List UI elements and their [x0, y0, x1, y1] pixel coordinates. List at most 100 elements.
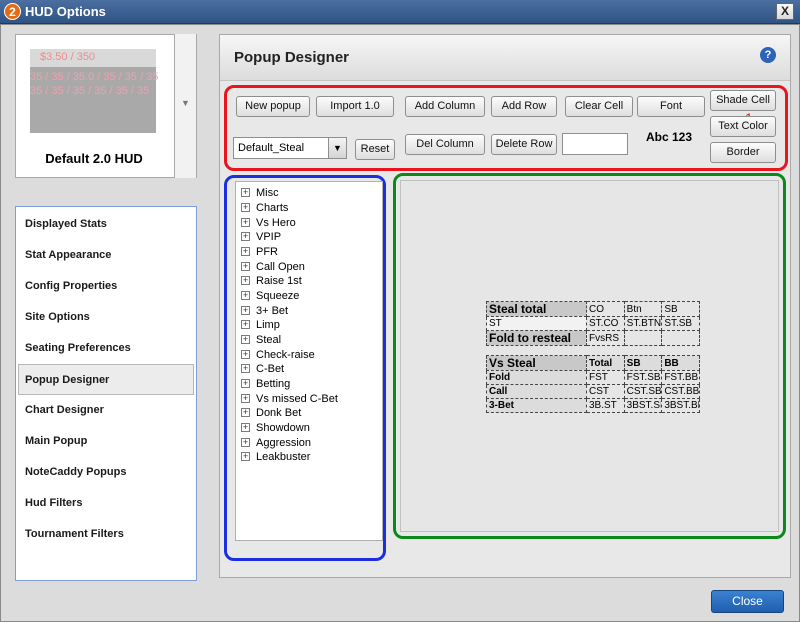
table-cell[interactable]: Steal total: [486, 301, 587, 317]
table-cell[interactable]: SB: [661, 301, 700, 317]
tree-item[interactable]: + Misc: [236, 187, 279, 201]
tree-item[interactable]: + Showdown: [236, 422, 310, 436]
add-row-button[interactable]: Add Row: [491, 96, 557, 117]
tree-item[interactable]: + Squeeze: [236, 290, 299, 304]
expand-icon[interactable]: +: [241, 276, 250, 285]
font-button[interactable]: Font: [637, 96, 705, 117]
table-cell[interactable]: CO: [586, 301, 625, 317]
tree-item[interactable]: + Vs missed C-Bet: [236, 393, 338, 407]
add-column-button[interactable]: Add Column: [405, 96, 485, 117]
table-cell[interactable]: 3-Bet: [486, 398, 587, 413]
nav-item-popup-designer[interactable]: Popup Designer: [18, 364, 194, 395]
tree-item[interactable]: + Raise 1st: [236, 275, 302, 289]
tree-item[interactable]: + Vs Hero: [236, 217, 296, 231]
reset-button[interactable]: Reset: [355, 139, 395, 160]
expand-icon[interactable]: +: [241, 350, 250, 359]
table-cell[interactable]: SB: [623, 355, 663, 371]
del-column-button[interactable]: Del Column: [405, 134, 485, 155]
expand-icon[interactable]: +: [241, 306, 250, 315]
expand-icon[interactable]: +: [241, 291, 250, 300]
table-cell[interactable]: FST.SB: [623, 370, 663, 385]
tree-item[interactable]: + PFR: [236, 246, 278, 260]
table-cell[interactable]: ST.SB: [661, 316, 700, 331]
nav-item-tournament-filters[interactable]: Tournament Filters: [16, 519, 196, 550]
nav-item-site-options[interactable]: Site Options: [16, 302, 196, 333]
popup-table[interactable]: Steal total CO Btn SB ST ST.CO ST.BTN ST…: [486, 301, 700, 413]
expand-icon[interactable]: +: [241, 438, 250, 447]
table-cell[interactable]: [586, 345, 625, 356]
tree-item[interactable]: + Aggression: [236, 437, 311, 451]
expand-icon[interactable]: +: [241, 423, 250, 432]
tree-item[interactable]: + Call Open: [236, 261, 305, 275]
clear-cell-button[interactable]: Clear Cell: [565, 96, 633, 117]
table-cell[interactable]: 3BST.SB: [623, 398, 663, 413]
table-cell[interactable]: [624, 345, 662, 356]
nav-item-stat-appearance[interactable]: Stat Appearance: [16, 240, 196, 271]
table-cell[interactable]: ST: [486, 316, 587, 331]
table-cell[interactable]: Call: [486, 384, 587, 399]
close-button[interactable]: Close: [711, 590, 784, 613]
import-button[interactable]: Import 1.0: [316, 96, 394, 117]
hud-dropdown-toggle[interactable]: ▼: [174, 34, 196, 178]
table-cell[interactable]: CST.SB: [623, 384, 663, 399]
chevron-down-icon[interactable]: ▼: [328, 138, 346, 158]
text-color-button[interactable]: Text Color: [710, 116, 776, 137]
table-cell[interactable]: [661, 345, 700, 356]
new-popup-button[interactable]: New popup: [236, 96, 310, 117]
border-button[interactable]: Border: [710, 142, 776, 163]
tree-item[interactable]: + Leakbuster: [236, 451, 310, 465]
expand-icon[interactable]: +: [241, 408, 250, 417]
table-cell[interactable]: BB: [661, 355, 700, 371]
tree-item[interactable]: + VPIP: [236, 231, 281, 245]
table-cell[interactable]: FST.BB: [661, 370, 700, 385]
expand-icon[interactable]: +: [241, 218, 250, 227]
expand-icon[interactable]: +: [241, 188, 250, 197]
table-cell[interactable]: Btn: [623, 301, 663, 317]
tree-item[interactable]: + Limp: [236, 319, 280, 333]
nav-item-displayed-stats[interactable]: Displayed Stats: [16, 209, 196, 240]
table-cell[interactable]: FST: [586, 370, 625, 385]
nav-item-seating-preferences[interactable]: Seating Preferences: [16, 333, 196, 364]
table-cell[interactable]: [661, 330, 700, 346]
expand-icon[interactable]: +: [241, 452, 250, 461]
nav-item-main-popup[interactable]: Main Popup: [16, 426, 196, 457]
nav-item-chart-designer[interactable]: Chart Designer: [16, 395, 196, 426]
table-cell[interactable]: Vs Steal: [486, 355, 587, 371]
design-canvas[interactable]: Steal total CO Btn SB ST ST.CO ST.BTN ST…: [400, 180, 779, 532]
expand-icon[interactable]: +: [241, 247, 250, 256]
table-cell[interactable]: 3B.ST: [586, 398, 625, 413]
table-cell[interactable]: [486, 345, 587, 356]
expand-icon[interactable]: +: [241, 320, 250, 329]
table-cell[interactable]: Fold to resteal: [486, 330, 587, 346]
expand-icon[interactable]: +: [241, 232, 250, 241]
nav-item-notecaddy-popups[interactable]: NoteCaddy Popups: [16, 457, 196, 488]
tree-item[interactable]: + Donk Bet: [236, 407, 301, 421]
expand-icon[interactable]: +: [241, 364, 250, 373]
table-cell[interactable]: [623, 330, 663, 346]
tree-item[interactable]: +3+ Bet: [236, 305, 288, 319]
expand-icon[interactable]: +: [241, 379, 250, 388]
hud-selector[interactable]: $3.50 / 350 35 / 35 / 35.0 / 35 / 35 / 3…: [15, 34, 197, 178]
shade-cell-button[interactable]: Shade Cell: [710, 90, 776, 111]
nav-item-config-properties[interactable]: Config Properties: [16, 271, 196, 302]
table-cell[interactable]: 3BST.BB: [661, 398, 700, 413]
expand-icon[interactable]: +: [241, 335, 250, 344]
tree-item[interactable]: + Check-raise: [236, 349, 315, 363]
expand-icon[interactable]: +: [241, 262, 250, 271]
help-icon[interactable]: ?: [760, 47, 776, 63]
table-cell[interactable]: CST: [586, 384, 625, 399]
cell-text-input[interactable]: [562, 133, 628, 155]
expand-icon[interactable]: +: [241, 394, 250, 403]
delete-row-button[interactable]: Delete Row: [491, 134, 557, 155]
tree-item[interactable]: + Steal: [236, 334, 281, 348]
window-close-button[interactable]: X: [776, 3, 794, 20]
tree-item[interactable]: + Charts: [236, 202, 288, 216]
table-cell[interactable]: Fold: [486, 370, 587, 385]
expand-icon[interactable]: +: [241, 203, 250, 212]
table-cell[interactable]: CST.BB: [661, 384, 700, 399]
table-cell[interactable]: ST.BTN: [623, 316, 663, 331]
popup-select[interactable]: Default_Steal ▼: [233, 137, 347, 159]
table-cell[interactable]: ST.CO: [586, 316, 625, 331]
tree-item[interactable]: + C-Bet: [236, 363, 284, 377]
table-cell[interactable]: FvsRS: [586, 330, 625, 346]
